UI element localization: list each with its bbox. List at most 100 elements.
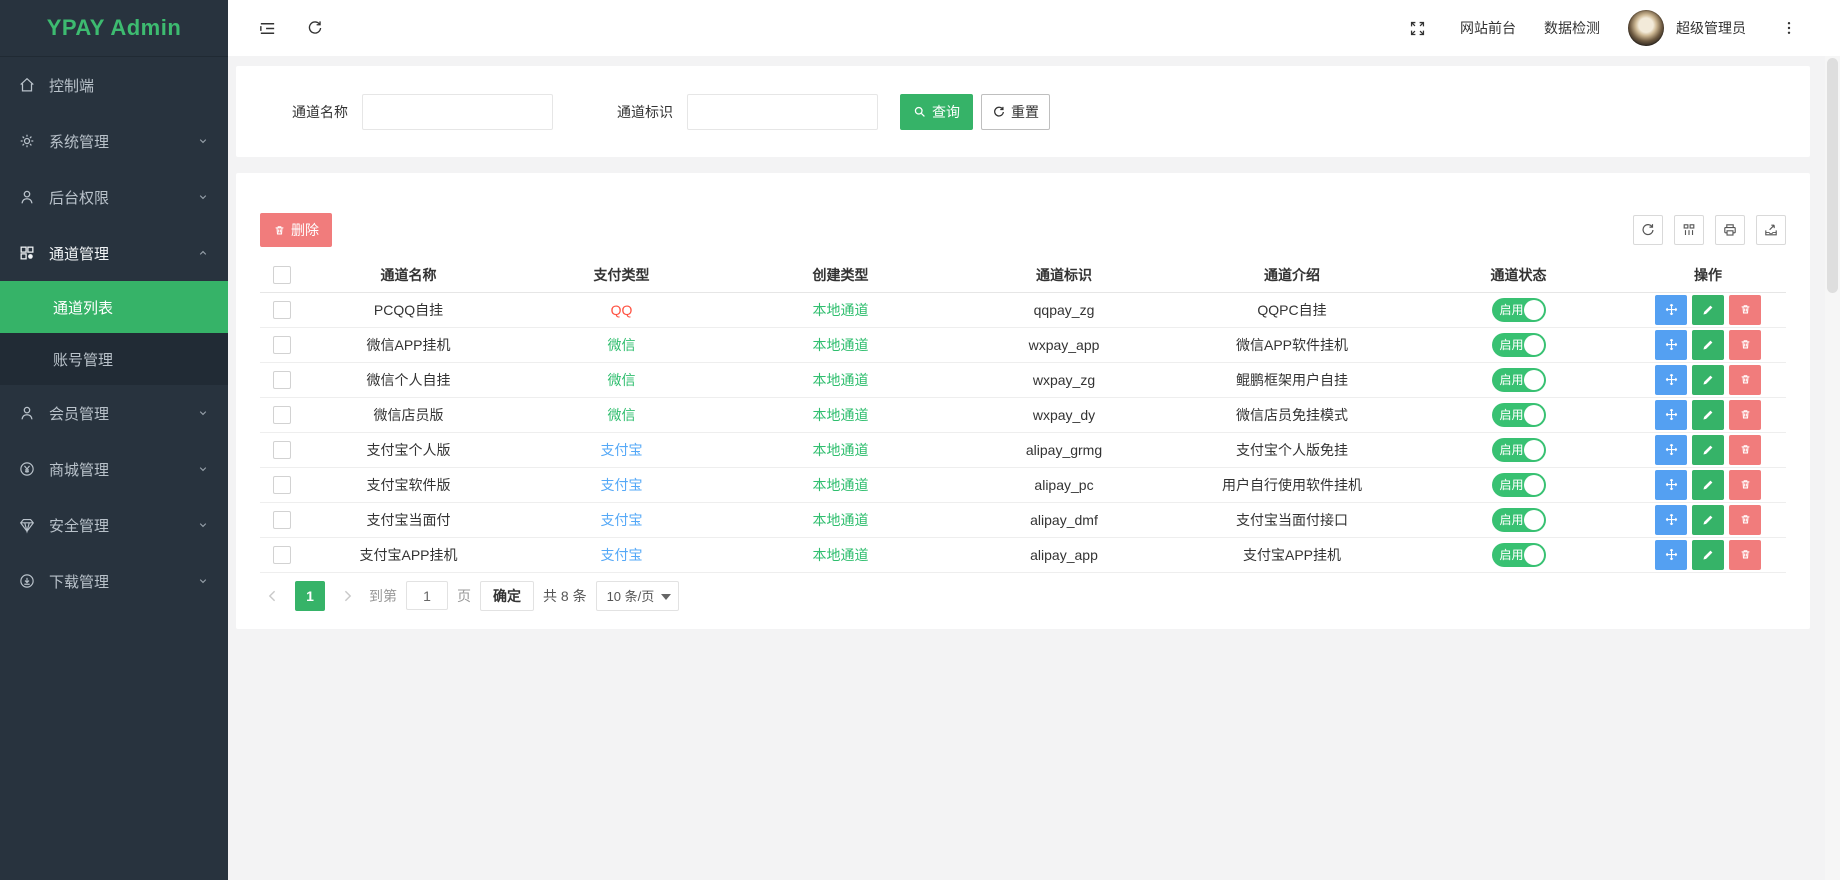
row-checkbox[interactable] <box>273 406 291 424</box>
row-checkbox[interactable] <box>273 476 291 494</box>
move-button[interactable] <box>1655 295 1687 325</box>
row-delete-button[interactable] <box>1729 435 1761 465</box>
sidebar-item-download[interactable]: 下载管理 <box>0 553 228 609</box>
cell-pay-type: QQ <box>513 292 730 327</box>
row-delete-button[interactable] <box>1729 330 1761 360</box>
table-export-button[interactable] <box>1756 215 1786 245</box>
reset-button[interactable]: 重置 <box>981 94 1050 130</box>
row-checkbox[interactable] <box>273 511 291 529</box>
channel-name-label: 通道名称 <box>292 102 348 122</box>
table-row: 微信店员版 微信 本地通道 wxpay_dy 微信店员免挂模式 启用 <box>260 397 1786 432</box>
move-button[interactable] <box>1655 365 1687 395</box>
user-menu[interactable]: 超级管理员 <box>1628 10 1746 46</box>
sidebar-item-label: 系统管理 <box>49 131 109 152</box>
row-delete-button[interactable] <box>1729 295 1761 325</box>
fullscreen-icon[interactable] <box>1402 13 1432 43</box>
main-area: 网站前台 数据检测 超级管理员 通道名称 通道标识 <box>228 0 1840 880</box>
status-toggle[interactable]: 启用 <box>1492 543 1546 567</box>
more-vert-icon[interactable] <box>1774 13 1804 43</box>
collapse-menu-icon[interactable] <box>252 13 282 43</box>
data-check-link[interactable]: 数据检测 <box>1544 18 1600 38</box>
edit-button[interactable] <box>1692 295 1724 325</box>
status-toggle[interactable]: 启用 <box>1492 333 1546 357</box>
status-toggle[interactable]: 启用 <box>1492 473 1546 497</box>
move-button[interactable] <box>1655 505 1687 535</box>
download-icon <box>18 572 36 590</box>
cell-channel-code: alipay_app <box>951 537 1177 572</box>
move-button[interactable] <box>1655 470 1687 500</box>
edit-button[interactable] <box>1692 470 1724 500</box>
site-front-link[interactable]: 网站前台 <box>1460 18 1516 38</box>
edit-button[interactable] <box>1692 365 1724 395</box>
sidebar-item-account-manage[interactable]: 账号管理 <box>0 333 228 385</box>
cell-channel-desc: QQPC自挂 <box>1177 292 1407 327</box>
row-checkbox[interactable] <box>273 301 291 319</box>
sidebar-item-mall[interactable]: 商城管理 <box>0 441 228 497</box>
edit-button[interactable] <box>1692 505 1724 535</box>
channel-code-input[interactable] <box>687 94 878 130</box>
status-toggle[interactable]: 启用 <box>1492 438 1546 462</box>
edit-button[interactable] <box>1692 400 1724 430</box>
status-toggle[interactable]: 启用 <box>1492 508 1546 532</box>
cell-channel-desc: 微信APP软件挂机 <box>1177 327 1407 362</box>
prev-page-button[interactable] <box>260 581 286 611</box>
row-delete-button[interactable] <box>1729 505 1761 535</box>
sidebar-item-system[interactable]: 系统管理 <box>0 113 228 169</box>
topbar-right: 网站前台 数据检测 超级管理员 <box>1402 10 1804 46</box>
table-print-button[interactable] <box>1715 215 1745 245</box>
scrollbar-thumb[interactable] <box>1827 58 1838 293</box>
row-checkbox[interactable] <box>273 441 291 459</box>
yuan-icon <box>18 460 36 478</box>
chevron-left-icon <box>265 588 281 604</box>
cell-create-type: 本地通道 <box>730 362 951 397</box>
move-button[interactable] <box>1655 435 1687 465</box>
scrollbar[interactable] <box>1825 56 1840 880</box>
cell-channel-name: 支付宝个人版 <box>304 432 513 467</box>
row-delete-button[interactable] <box>1729 470 1761 500</box>
row-checkbox[interactable] <box>273 336 291 354</box>
page-size-select[interactable]: 10 条/页 <box>596 581 680 611</box>
sidebar-item-label: 商城管理 <box>49 459 109 480</box>
trash-icon <box>1739 303 1752 316</box>
goto-confirm-button[interactable]: 确定 <box>480 581 534 611</box>
chevron-down-icon <box>196 574 210 588</box>
row-checkbox[interactable] <box>273 371 291 389</box>
move-button[interactable] <box>1655 330 1687 360</box>
move-button[interactable] <box>1655 540 1687 570</box>
row-delete-button[interactable] <box>1729 400 1761 430</box>
status-toggle[interactable]: 启用 <box>1492 403 1546 427</box>
current-page-button[interactable]: 1 <box>295 581 325 611</box>
pencil-icon <box>1701 478 1715 492</box>
channel-name-input[interactable] <box>362 94 553 130</box>
toggle-knob <box>1524 370 1544 390</box>
move-button[interactable] <box>1655 400 1687 430</box>
col-header-pay-type: 支付类型 <box>513 259 730 292</box>
delete-button[interactable]: 删除 <box>260 213 332 247</box>
status-toggle[interactable]: 启用 <box>1492 368 1546 392</box>
pencil-icon <box>1701 408 1715 422</box>
next-page-button[interactable] <box>334 581 360 611</box>
trash-icon <box>1739 338 1752 351</box>
status-toggle[interactable]: 启用 <box>1492 298 1546 322</box>
table-columns-button[interactable] <box>1674 215 1704 245</box>
toggle-knob <box>1524 475 1544 495</box>
sidebar-item-security[interactable]: 安全管理 <box>0 497 228 553</box>
goto-page-input[interactable] <box>406 581 448 610</box>
query-button[interactable]: 查询 <box>900 94 973 130</box>
cell-channel-name: PCQQ自挂 <box>304 292 513 327</box>
sidebar-item-member[interactable]: 会员管理 <box>0 385 228 441</box>
row-checkbox[interactable] <box>273 546 291 564</box>
sidebar-item-channel[interactable]: 通道管理 <box>0 225 228 281</box>
row-delete-button[interactable] <box>1729 365 1761 395</box>
sidebar-item-console[interactable]: 控制端 <box>0 57 228 113</box>
edit-button[interactable] <box>1692 435 1724 465</box>
select-all-checkbox[interactable] <box>273 266 291 284</box>
table-tools: 删除 <box>260 213 1786 247</box>
refresh-icon[interactable] <box>300 13 330 43</box>
sidebar-item-backend-auth[interactable]: 后台权限 <box>0 169 228 225</box>
table-refresh-button[interactable] <box>1633 215 1663 245</box>
edit-button[interactable] <box>1692 330 1724 360</box>
row-delete-button[interactable] <box>1729 540 1761 570</box>
sidebar-item-channel-list[interactable]: 通道列表 <box>0 281 228 333</box>
edit-button[interactable] <box>1692 540 1724 570</box>
